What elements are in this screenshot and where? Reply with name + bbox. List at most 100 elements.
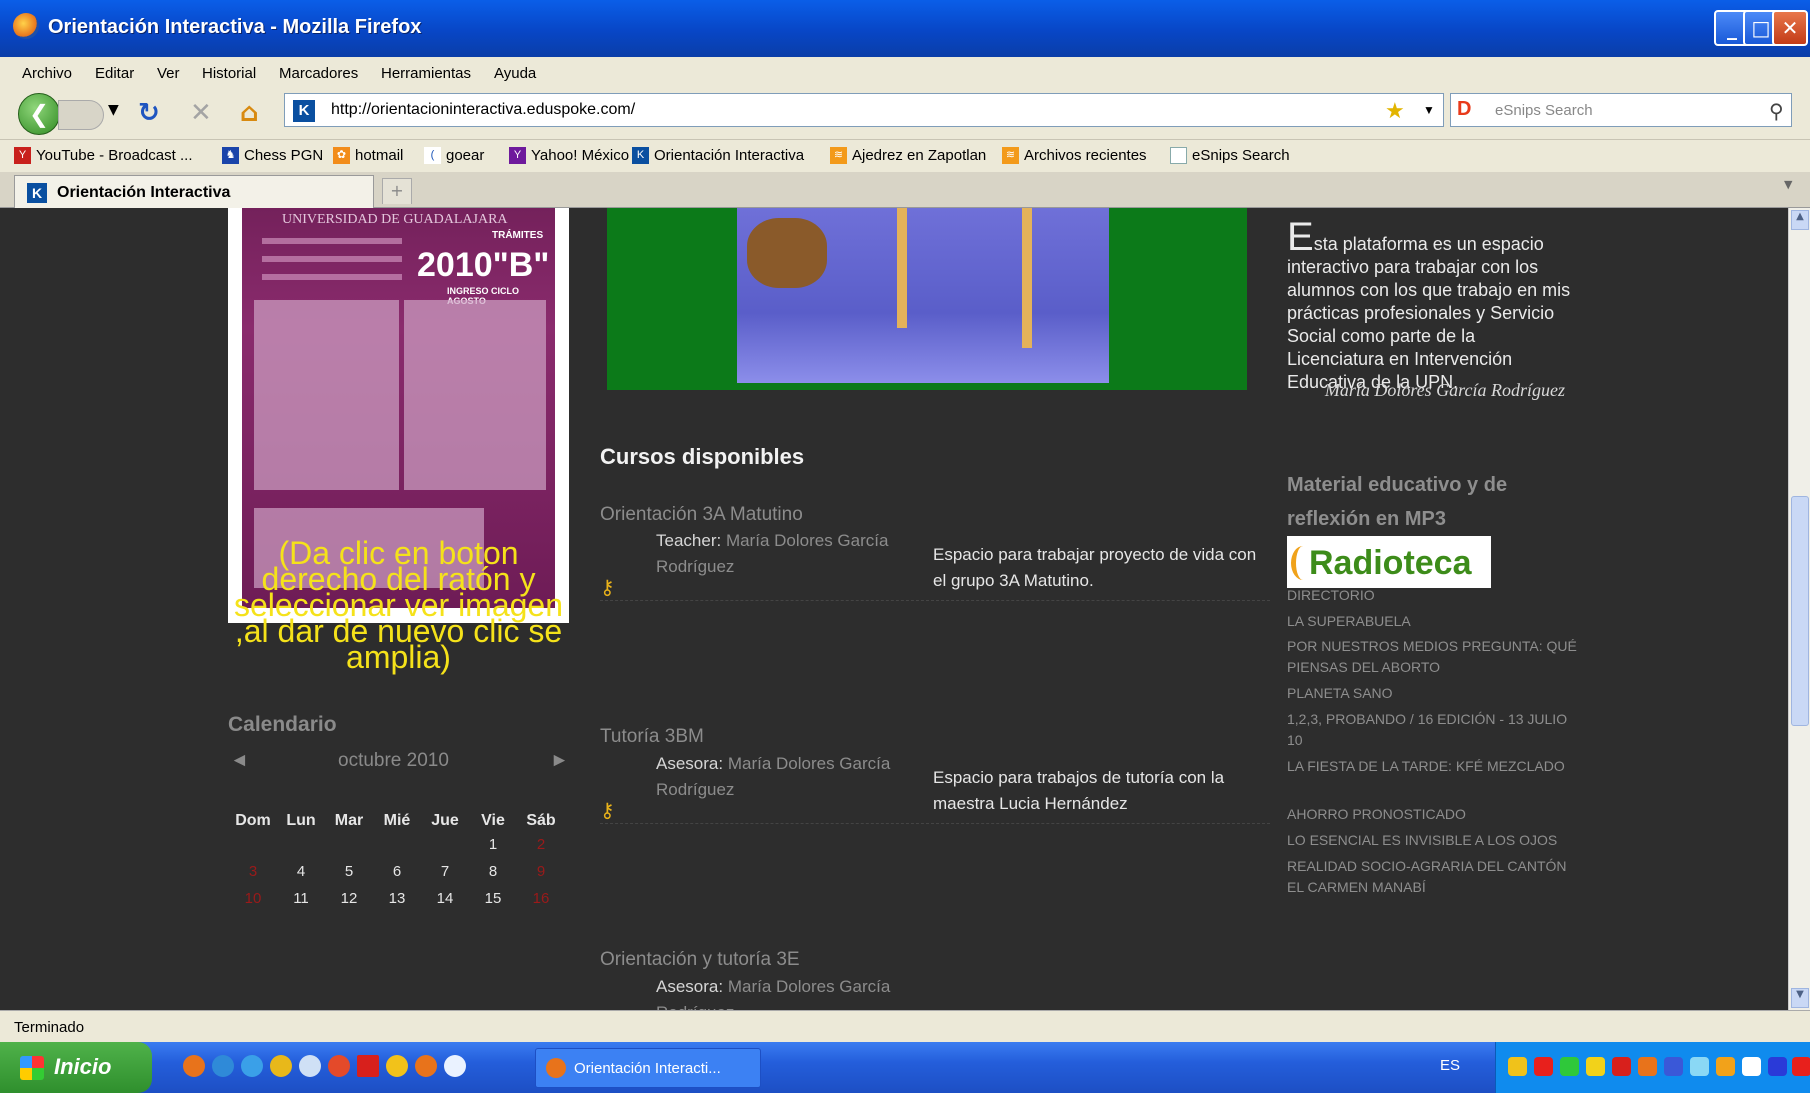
calendar-day[interactable]: 12 — [324, 890, 374, 907]
tab-list-icon[interactable]: ▼ — [1784, 178, 1792, 191]
tray-icon[interactable] — [1560, 1057, 1579, 1076]
calendar-day[interactable]: 10 — [228, 890, 278, 907]
navigation-toolbar: ❮ ▼ ↻ ✕ ⌂ K http://orientacioninteractiv… — [0, 90, 1810, 140]
scroll-up-button[interactable]: ▲ — [1791, 210, 1809, 230]
bookmark-orientacion[interactable]: K Orientación Interactiva — [632, 147, 804, 164]
forward-button[interactable] — [58, 100, 104, 130]
audio-link[interactable]: LA FIESTA DE LA TARDE: KFÉ MEZCLADO — [1287, 756, 1577, 777]
calendar-day[interactable]: 5 — [324, 863, 374, 880]
window-titlebar[interactable]: Orientación Interactiva - Mozilla Firefo… — [0, 0, 1810, 57]
tray-icon[interactable] — [1690, 1057, 1709, 1076]
quicklaunch-app-icon[interactable] — [386, 1055, 408, 1077]
tray-icon[interactable] — [1612, 1057, 1631, 1076]
tab-orientacion[interactable]: K Orientación Interactiva — [14, 175, 374, 208]
new-tab-button[interactable]: + — [382, 178, 412, 204]
audio-link[interactable]: POR NUESTROS MEDIOS PREGUNTA: QUÉ PIENSA… — [1287, 636, 1577, 678]
quicklaunch-excel-icon[interactable] — [357, 1055, 379, 1077]
calendar-day[interactable]: 16 — [516, 890, 566, 907]
bookmark-yahoo[interactable]: Y Yahoo! México — [509, 147, 629, 164]
search-box[interactable]: D eSnips Search ⚲ — [1450, 93, 1792, 127]
tray-icon[interactable] — [1768, 1057, 1787, 1076]
quicklaunch-opera-icon[interactable] — [328, 1055, 350, 1077]
radioteca-logo-text: Radioteca — [1309, 544, 1472, 582]
calendar-day[interactable]: 11 — [276, 890, 326, 907]
audio-link[interactable]: PLANETA SANO — [1287, 683, 1577, 704]
calendar-next-button[interactable]: ► — [550, 750, 569, 772]
calendar-day[interactable]: 14 — [420, 890, 470, 907]
calendar-day[interactable]: 4 — [276, 863, 326, 880]
close-button[interactable]: ✕ — [1772, 10, 1808, 46]
audio-link[interactable]: AHORRO PRONOSTICADO — [1287, 804, 1577, 825]
scroll-thumb[interactable] — [1791, 496, 1809, 726]
course-title-link[interactable]: Tutoría 3BM — [600, 726, 704, 748]
course-title-link[interactable]: Orientación 3A Matutino — [600, 504, 803, 526]
menu-editar[interactable]: Editar — [95, 65, 134, 82]
audio-link[interactable]: 1,2,3, PROBANDO / 16 EDICIÓN - 13 JULIO … — [1287, 709, 1577, 751]
quicklaunch-ie-icon[interactable] — [212, 1055, 234, 1077]
tray-icon[interactable] — [1664, 1057, 1683, 1076]
calendar-weekday: Jue — [431, 812, 459, 829]
key-icon[interactable]: ⚷ — [600, 575, 622, 599]
home-icon[interactable]: ⌂ — [240, 98, 259, 128]
calendar-day[interactable]: 13 — [372, 890, 422, 907]
menu-historial[interactable]: Historial — [202, 65, 256, 82]
back-button[interactable]: ❮ — [18, 93, 60, 135]
poster-box-left — [254, 300, 399, 490]
audio-link[interactable]: LO ESENCIAL ES INVISIBLE A LOS OJOS — [1287, 830, 1577, 851]
esnips-engine-icon[interactable]: D — [1457, 98, 1471, 121]
bookmark-hotmail[interactable]: ✿ hotmail — [333, 147, 403, 164]
calendar-day[interactable]: 15 — [468, 890, 518, 907]
calendar-day[interactable]: 1 — [468, 836, 518, 853]
calendar-day[interactable]: 8 — [468, 863, 518, 880]
bookmark-chess-pgn[interactable]: ♞ Chess PGN — [222, 147, 323, 164]
vertical-scrollbar[interactable]: ▲ ▼ — [1788, 208, 1810, 1010]
menu-herramientas[interactable]: Herramientas — [381, 65, 471, 82]
calendar-day[interactable]: 6 — [372, 863, 422, 880]
calendar-day[interactable]: 7 — [420, 863, 470, 880]
reload-icon[interactable]: ↻ — [138, 98, 160, 128]
bookmark-esnips[interactable]: eSnips Search — [1170, 147, 1290, 164]
quicklaunch-media-icon[interactable] — [299, 1055, 321, 1077]
tray-icon[interactable] — [1742, 1057, 1761, 1076]
search-icon[interactable]: ⚲ — [1769, 99, 1784, 124]
radioteca-logo[interactable]: Radioteca — [1287, 536, 1491, 588]
tray-icon[interactable] — [1716, 1057, 1735, 1076]
taskbar-window-button[interactable]: Orientación Interacti... — [535, 1048, 761, 1088]
tray-icon[interactable] — [1508, 1057, 1527, 1076]
bookmark-youtube[interactable]: Y YouTube - Broadcast ... — [14, 147, 192, 164]
start-button[interactable]: Inicio — [0, 1042, 152, 1093]
audio-link[interactable]: REALIDAD SOCIO-AGRARIA DEL CANTÓN EL CAR… — [1287, 856, 1577, 898]
stop-icon[interactable]: ✕ — [190, 98, 212, 128]
quicklaunch-messenger-icon[interactable] — [270, 1055, 292, 1077]
calendar-day[interactable]: 3 — [228, 863, 278, 880]
course-title-link[interactable]: Orientación y tutoría 3E — [600, 949, 800, 971]
calendar-day[interactable]: 9 — [516, 863, 566, 880]
bookmark-goear[interactable]: (goear — [424, 147, 484, 164]
bookmark-archivos-recientes[interactable]: ≋ Archivos recientes — [1002, 147, 1147, 164]
tray-icon[interactable] — [1638, 1057, 1657, 1076]
bookmark-ajedrez[interactable]: ≋ Ajedrez en Zapotlan — [830, 147, 986, 164]
calendar-title: Calendario — [228, 713, 337, 736]
calendar-day[interactable]: 2 — [516, 836, 566, 853]
menu-marcadores[interactable]: Marcadores — [279, 65, 358, 82]
tray-icon[interactable] — [1586, 1057, 1605, 1076]
quicklaunch-firefox2-icon[interactable] — [415, 1055, 437, 1077]
bookmark-star-icon[interactable]: ★ — [1385, 98, 1405, 124]
quicklaunch-app2-icon[interactable] — [444, 1055, 466, 1077]
audio-link[interactable]: DIRECTORIO — [1287, 585, 1577, 606]
history-dropdown-icon[interactable]: ▼ — [108, 102, 119, 118]
calendar-prev-button[interactable]: ◄ — [230, 750, 249, 772]
scroll-down-button[interactable]: ▼ — [1791, 988, 1809, 1008]
menu-ayuda[interactable]: Ayuda — [494, 65, 536, 82]
tray-icon[interactable] — [1534, 1057, 1553, 1076]
language-indicator[interactable]: ES — [1440, 1057, 1460, 1074]
address-bar[interactable]: K http://orientacioninteractiva.eduspoke… — [284, 93, 1444, 127]
menu-ver[interactable]: Ver — [157, 65, 180, 82]
url-dropdown-icon[interactable]: ▼ — [1423, 103, 1435, 117]
key-icon[interactable]: ⚷ — [600, 798, 622, 822]
audio-link[interactable]: LA SUPERABUELA — [1287, 611, 1577, 632]
tray-icon[interactable] — [1792, 1057, 1810, 1076]
menu-archivo[interactable]: Archivo — [22, 65, 72, 82]
quicklaunch-firefox-icon[interactable] — [183, 1055, 205, 1077]
quicklaunch-desktop-icon[interactable] — [241, 1055, 263, 1077]
